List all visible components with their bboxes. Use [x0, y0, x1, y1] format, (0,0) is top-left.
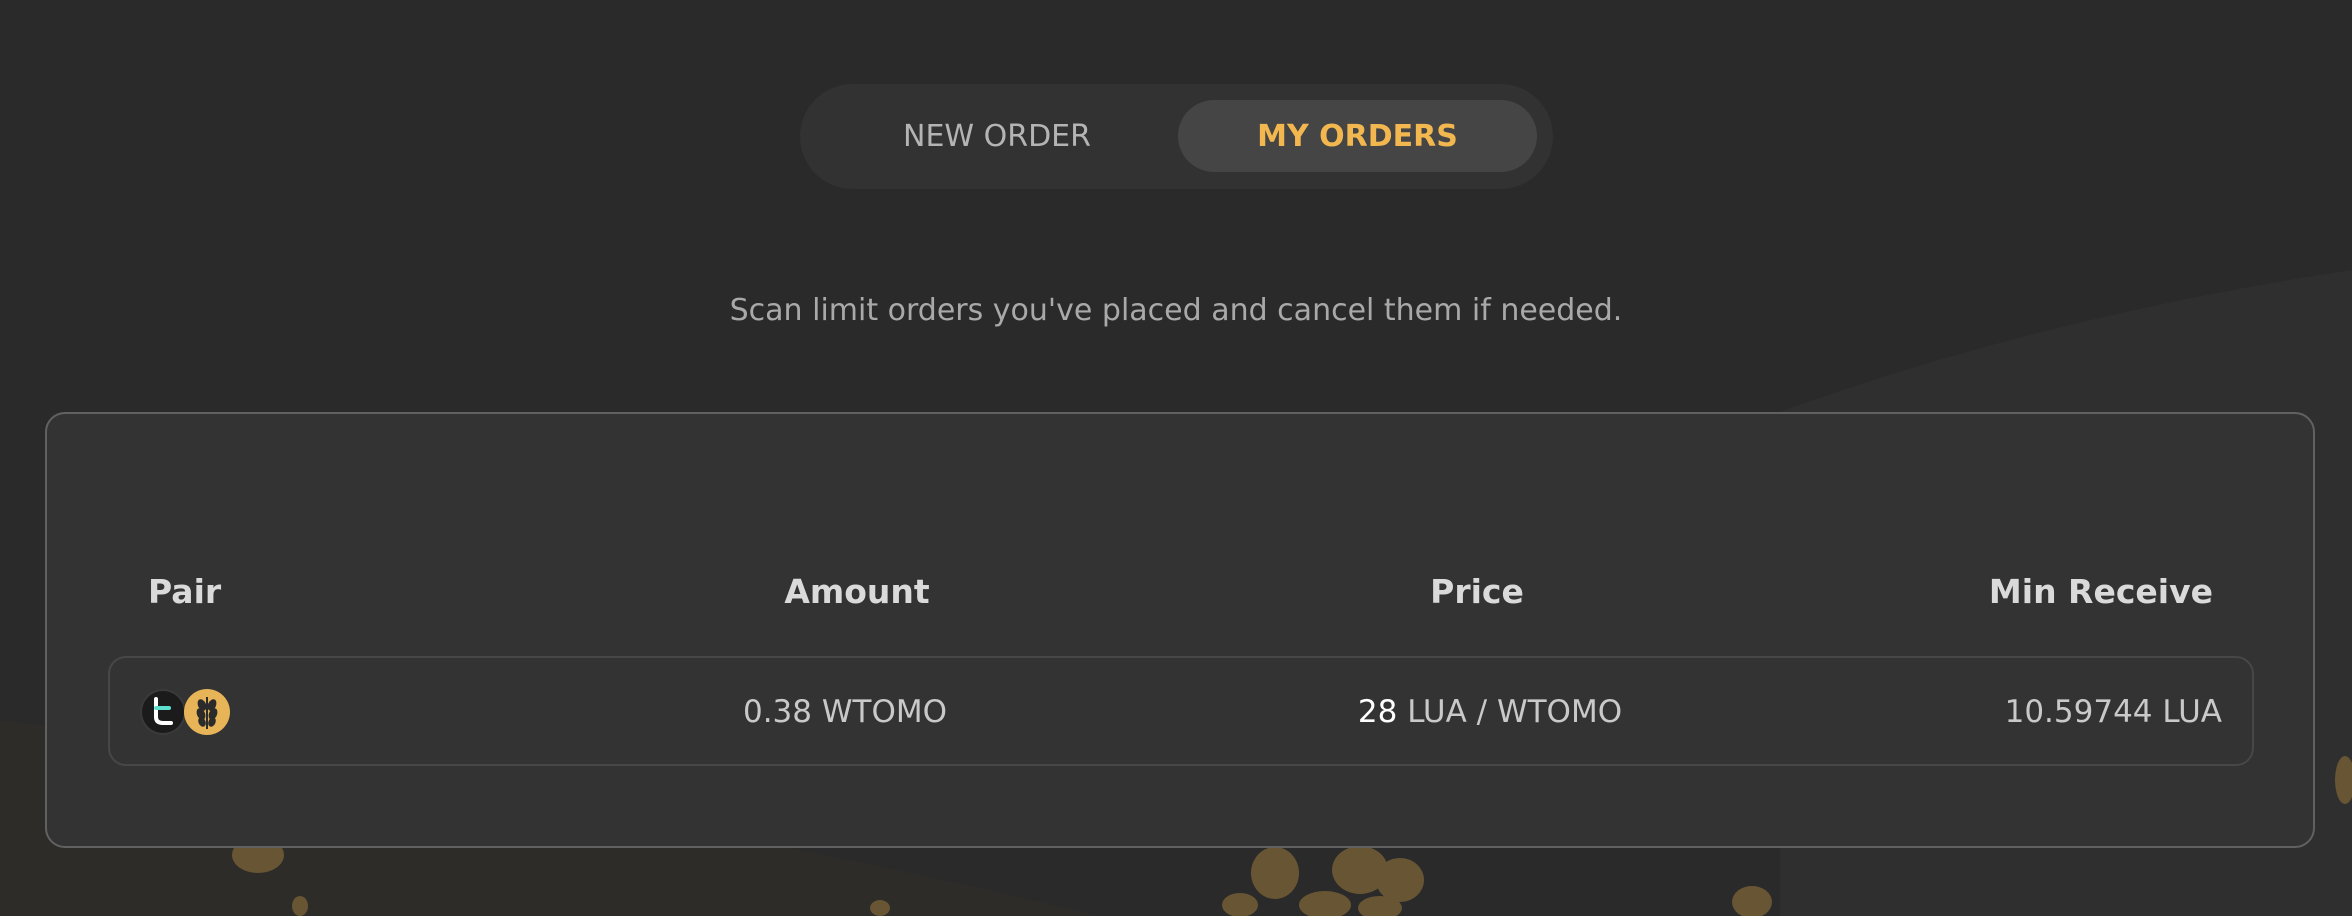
order-price: 28 LUA / WTOMO [1280, 694, 1700, 730]
column-header-price: Price [1430, 572, 1524, 611]
order-price-unit: LUA / WTOMO [1407, 694, 1623, 730]
order-mode-toggle: NEW ORDER MY ORDERS [800, 84, 1553, 189]
lua-token-icon [184, 689, 230, 735]
table-row[interactable]: 0.38 WTOMO 28 LUA / WTOMO 10.59744 LUA [108, 656, 2254, 766]
column-header-amount: Amount [784, 572, 930, 611]
column-header-min-receive: Min Receive [1988, 572, 2213, 611]
order-amount: 0.38 WTOMO [742, 694, 947, 730]
order-price-value: 28 [1357, 694, 1398, 730]
page-subtitle: Scan limit orders you've placed and canc… [729, 293, 1623, 328]
column-header-pair: Pair [148, 572, 222, 611]
tomo-token-icon [140, 689, 186, 735]
tab-new-order[interactable]: NEW ORDER [817, 100, 1177, 172]
tab-my-orders[interactable]: MY ORDERS [1178, 100, 1537, 172]
order-min-receive: 10.59744 LUA [2004, 694, 2222, 730]
orders-table-card: Pair Amount Price Min Receive 0.38 WTOMO… [45, 412, 2315, 848]
